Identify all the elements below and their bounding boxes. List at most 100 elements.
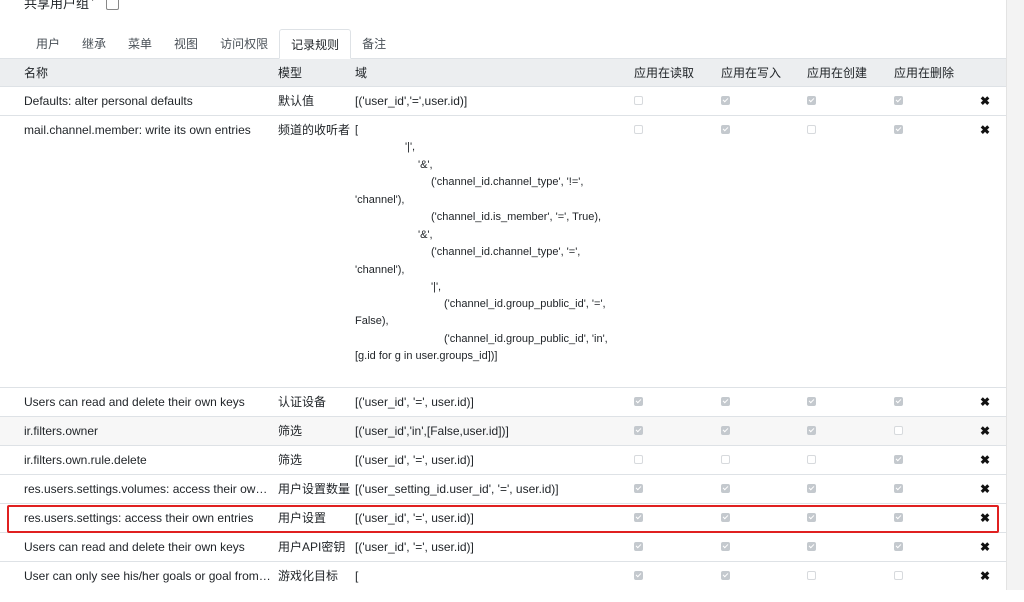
delete-row-icon[interactable]: ✖ <box>980 396 990 408</box>
write-checkbox[interactable] <box>721 96 730 105</box>
unlink-checkbox[interactable] <box>894 542 903 551</box>
read-checkbox[interactable] <box>634 397 643 406</box>
unlink-checkbox[interactable] <box>894 426 903 435</box>
table-row[interactable]: User can only see his/her goals or goal … <box>0 562 1006 602</box>
tab-notes[interactable]: 备注 <box>351 29 397 59</box>
rule-model: 游戏化目标 <box>278 569 339 583</box>
delete-row-icon[interactable]: ✖ <box>980 541 990 553</box>
domain-line: ('channel_id.group_public_id', 'in', <box>444 333 608 345</box>
domain-line: [ <box>355 124 359 136</box>
table-row[interactable]: ir.filters.owner 筛选 [('user_id','in',[Fa… <box>0 417 1006 446</box>
domain-line: '&', <box>418 159 433 171</box>
read-checkbox[interactable] <box>634 542 643 551</box>
read-checkbox[interactable] <box>634 513 643 522</box>
side-panel <box>1006 0 1024 590</box>
domain-line: False), <box>355 315 389 327</box>
column-header-model[interactable]: 模型 <box>278 59 350 87</box>
column-header-domain[interactable]: 域 <box>355 59 625 87</box>
unlink-checkbox[interactable] <box>894 571 903 580</box>
unlink-checkbox[interactable] <box>894 125 903 134</box>
delete-row-icon[interactable]: ✖ <box>980 95 990 107</box>
table-row[interactable]: Defaults: alter personal defaults 默认值 [(… <box>0 87 1006 116</box>
delete-row-icon[interactable]: ✖ <box>980 124 990 136</box>
create-checkbox[interactable] <box>807 96 816 105</box>
rule-name: res.users.settings: access their own ent… <box>24 511 254 525</box>
delete-row-icon[interactable]: ✖ <box>980 454 990 466</box>
tab-access-rights[interactable]: 访问权限 <box>209 29 279 59</box>
write-checkbox[interactable] <box>721 397 730 406</box>
rule-name: mail.channel.member: write its own entri… <box>24 123 251 137</box>
create-checkbox[interactable] <box>807 542 816 551</box>
tab-record-rules[interactable]: 记录规则 <box>279 29 352 59</box>
write-checkbox[interactable] <box>721 125 730 134</box>
read-checkbox[interactable] <box>634 571 643 580</box>
column-header-name[interactable]: 名称 <box>24 59 272 87</box>
rule-domain: [('user_id','=',user.id)] <box>355 94 468 108</box>
unlink-checkbox[interactable] <box>894 96 903 105</box>
read-checkbox[interactable] <box>634 426 643 435</box>
unlink-checkbox[interactable] <box>894 455 903 464</box>
rule-domain: [('user_id', '=', user.id)] <box>355 395 474 409</box>
rule-name: User can only see his/her goals or goal … <box>24 569 272 583</box>
tab-menus[interactable]: 菜单 <box>117 29 163 59</box>
write-checkbox[interactable] <box>721 426 730 435</box>
rule-model: 筛选 <box>278 453 303 467</box>
tab-inherit[interactable]: 继承 <box>71 29 117 59</box>
write-checkbox[interactable] <box>721 542 730 551</box>
delete-row-icon[interactable]: ✖ <box>980 483 990 495</box>
rule-model: 频道的收听者 <box>278 123 350 137</box>
table-row[interactable]: Users can read and delete their own keys… <box>0 533 1006 562</box>
tab-views[interactable]: 视图 <box>163 29 209 59</box>
tab-users[interactable]: 用户 <box>24 29 71 59</box>
delete-row-icon[interactable]: ✖ <box>980 512 990 524</box>
write-checkbox[interactable] <box>721 513 730 522</box>
domain-line: ('channel_id.group_public_id', '=', <box>444 298 606 310</box>
domain-line: '|', <box>405 141 416 153</box>
column-header-unlink[interactable]: 应用在删除 <box>894 59 954 87</box>
rule-model: 默认值 <box>278 94 315 108</box>
write-checkbox[interactable] <box>721 571 730 580</box>
table-row[interactable]: res.users.settings.volumes: access their… <box>0 475 1006 504</box>
create-checkbox[interactable] <box>807 397 816 406</box>
rule-model: 认证设备 <box>278 395 327 409</box>
domain-line: '&', <box>418 229 433 241</box>
rule-name: Defaults: alter personal defaults <box>24 94 193 108</box>
rule-domain: [('user_id', '=', user.id)] <box>355 511 474 525</box>
shared-group-field: 共享用户组 ? <box>24 0 119 14</box>
shared-group-checkbox[interactable] <box>105 0 119 10</box>
read-checkbox[interactable] <box>634 125 643 134</box>
rule-domain: [('user_setting_id.user_id', '=', user.i… <box>355 482 559 496</box>
delete-row-icon[interactable]: ✖ <box>980 570 990 582</box>
create-checkbox[interactable] <box>807 426 816 435</box>
domain-line: 'channel'), <box>355 264 405 276</box>
write-checkbox[interactable] <box>721 455 730 464</box>
create-checkbox[interactable] <box>807 125 816 134</box>
read-checkbox[interactable] <box>634 96 643 105</box>
create-checkbox[interactable] <box>807 571 816 580</box>
unlink-checkbox[interactable] <box>894 513 903 522</box>
table-row[interactable]: res.users.settings: access their own ent… <box>0 504 1006 533</box>
table-row[interactable]: ir.filters.own.rule.delete 筛选 [('user_id… <box>0 446 1006 475</box>
domain-line: 'channel'), <box>355 194 405 206</box>
rule-name: Users can read and delete their own keys <box>24 395 245 409</box>
help-icon[interactable]: ? <box>90 0 96 4</box>
table-row[interactable]: Users can read and delete their own keys… <box>0 388 1006 417</box>
column-header-write[interactable]: 应用在写入 <box>721 59 781 87</box>
column-header-read[interactable]: 应用在读取 <box>634 59 694 87</box>
table-row[interactable]: mail.channel.member: write its own entri… <box>0 116 1006 388</box>
domain-line: [g.id for g in user.groups_id])] <box>355 350 498 362</box>
write-checkbox[interactable] <box>721 484 730 493</box>
rule-domain: [('user_id','in',[False,user.id])] <box>355 424 509 438</box>
delete-row-icon[interactable]: ✖ <box>980 425 990 437</box>
domain-line: ('channel_id.channel_type', '=', <box>431 246 581 258</box>
create-checkbox[interactable] <box>807 484 816 493</box>
unlink-checkbox[interactable] <box>894 484 903 493</box>
create-checkbox[interactable] <box>807 455 816 464</box>
read-checkbox[interactable] <box>634 484 643 493</box>
unlink-checkbox[interactable] <box>894 397 903 406</box>
read-checkbox[interactable] <box>634 455 643 464</box>
column-header-create[interactable]: 应用在创建 <box>807 59 867 87</box>
domain-line: ('channel_id.channel_type', '!=', <box>431 176 584 188</box>
rule-name: res.users.settings.volumes: access their… <box>24 482 272 496</box>
create-checkbox[interactable] <box>807 513 816 522</box>
